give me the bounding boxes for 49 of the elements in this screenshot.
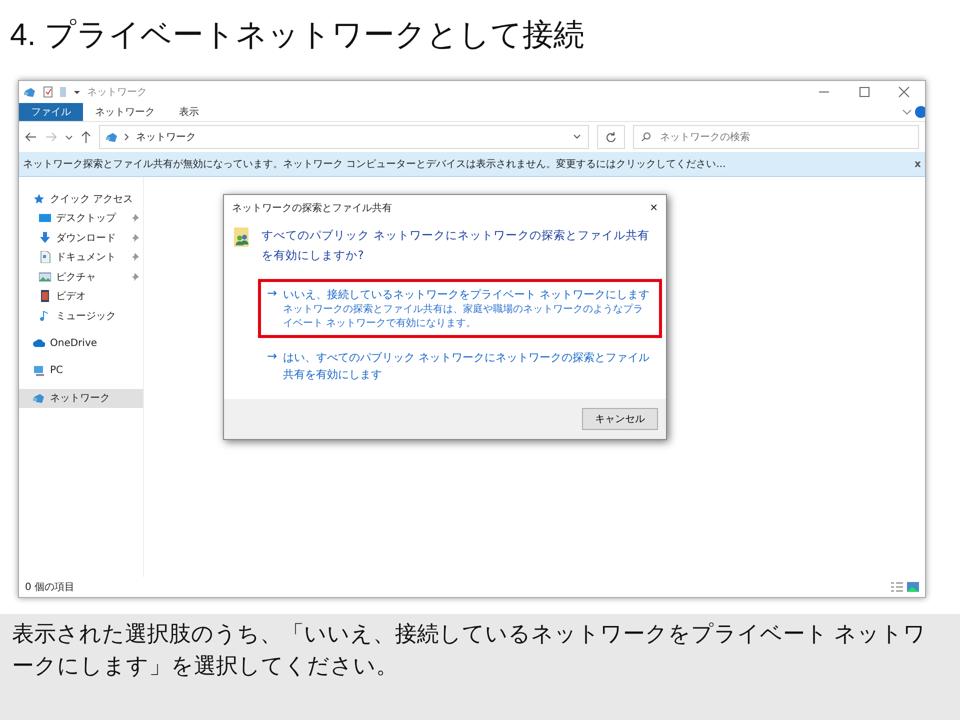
network-icon (33, 392, 45, 404)
sidebar-item[interactable]: ドキュメント (19, 248, 143, 267)
sidebar-item[interactable]: ミュージック (19, 306, 143, 326)
sidebar-item[interactable]: ビデオ (19, 286, 143, 306)
star-icon (33, 192, 45, 205)
download-icon (39, 232, 51, 244)
network-icon (106, 131, 118, 143)
slide-caption: 表示された選択肢のうち、「いいえ、接続しているネットワークをプライベート ネットワークにします」を選択してください。 (0, 614, 960, 720)
help-icon[interactable] (913, 103, 925, 121)
sidebar-item[interactable]: OneDrive (19, 334, 143, 353)
sidebar-item[interactable]: ピクチャ (19, 267, 143, 286)
search-field[interactable]: ネットワークの検索 (633, 125, 919, 149)
option-link[interactable]: → はい、すべてのパブリック ネットワークにネットワークの探索とファイル共有を有効にします (258, 342, 662, 390)
sidebar-item[interactable]: デスクトップ (19, 208, 143, 228)
ribbon-tab[interactable]: ネットワーク (83, 103, 167, 121)
dialog-title: ネットワークの探索とファイル共有 (232, 202, 392, 215)
network-icon (23, 86, 37, 98)
pictures-icon (39, 270, 51, 283)
item-count: 0 個の項目 (25, 581, 75, 594)
option-link[interactable]: → いいえ、接続しているネットワークをプライベート ネットワークにします ネットワークの探索とファイル共有は、家庭や職場のネットワークのようなプライベート ネットワークで有効になります。 (258, 279, 662, 338)
close-button[interactable]: x (914, 158, 921, 170)
video-icon (39, 290, 51, 302)
sidebar-item[interactable]: クイック アクセス (19, 189, 143, 208)
sidebar-item[interactable]: ダウンロード (19, 228, 143, 248)
document-icon (39, 251, 51, 264)
dropdown-icon[interactable] (73, 88, 81, 96)
back-icon[interactable] (25, 132, 37, 142)
sidebar-item[interactable]: ネットワーク (19, 388, 143, 408)
ribbon-tab[interactable]: ファイル (19, 103, 83, 121)
refresh-icon (606, 132, 616, 142)
info-bar-message[interactable]: ネットワーク探索とファイル共有が無効になっています。ネットワーク コンピューターとデバイスは表示されません。変更するにはクリックしてください... (23, 157, 726, 171)
up-icon[interactable] (81, 131, 91, 143)
chevron-icon (124, 133, 130, 141)
address-text: ネットワーク (136, 131, 196, 144)
dialog-question: すべてのパブリック ネットワークにネットワークの探索とファイル共有を有効にしますか? (262, 227, 650, 264)
address-bar[interactable]: ネットワーク (99, 125, 589, 149)
sidebar-item[interactable]: PC (19, 361, 143, 380)
pc-icon (33, 364, 45, 377)
refresh-button[interactable] (597, 125, 625, 149)
close-button[interactable]: ✕ (650, 202, 658, 214)
details-view-icon[interactable] (891, 582, 903, 592)
window-title: ネットワーク (87, 86, 147, 99)
ribbon-tab[interactable]: 表示 (167, 103, 211, 121)
properties-icon[interactable] (43, 86, 53, 98)
slide-title: 4. プライベートネットワークとして接続 (10, 16, 586, 54)
cancel-button[interactable]: キャンセル (582, 408, 658, 430)
music-icon (39, 310, 51, 322)
desktop-icon (39, 212, 51, 224)
cloud-icon (33, 337, 45, 350)
